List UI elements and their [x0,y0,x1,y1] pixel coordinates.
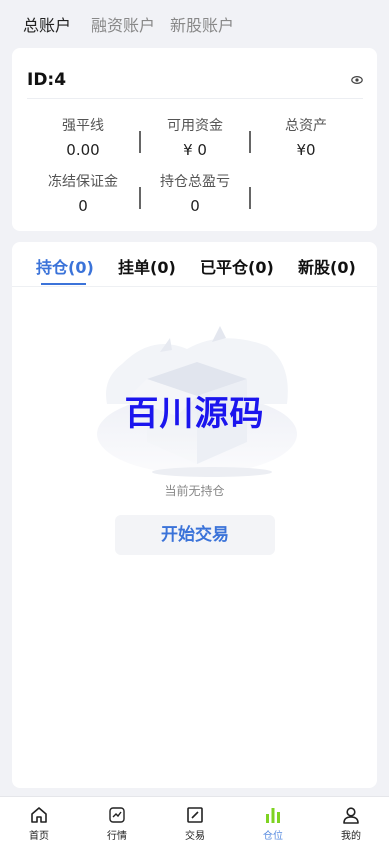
stat-total-assets: 总资产 ¥0 [252,115,360,159]
stat-value: 0 [190,197,200,215]
active-tab-indicator [41,283,86,285]
stat-label: 总资产 [285,118,327,134]
stat-value: 0.00 [66,141,100,159]
chart-line-icon [109,807,125,823]
account-tabs: 总账户 融资账户 新股账户 [0,0,389,44]
stat-value: ¥ 0 [183,141,207,159]
tab-financing-account[interactable]: 融资账户 [91,12,155,36]
nav-home[interactable]: 首页 [0,797,78,847]
tab-divider [12,286,377,287]
nav-positions[interactable]: 仓位 [234,797,312,847]
tab-closed-positions[interactable]: 已平仓(0) [200,254,274,278]
column-separator [249,131,251,153]
column-separator [249,187,251,209]
bottom-nav: 首页 行情 交易 仓位 我的 [0,796,389,847]
nav-profile[interactable]: 我的 [312,797,389,847]
nav-label: 我的 [341,831,361,842]
stat-label: 冻结保证金 [48,174,118,190]
nav-label: 行情 [107,831,127,842]
nav-label: 仓位 [263,831,283,842]
eye-icon[interactable] [351,74,363,86]
stat-frozen-margin: 冻结保证金 0 [29,171,137,215]
account-id: ID:4 [27,70,67,90]
watermark-text: 百川源码 [124,394,265,434]
stat-label: 强平线 [62,118,104,134]
account-summary-card: ID:4 强平线 0.00 可用资金 ¥ 0 总资产 ¥0 冻结保证金 0 持仓… [12,48,377,231]
stat-label: 持仓总盈亏 [160,174,230,190]
nav-trade[interactable]: 交易 [156,797,234,847]
empty-state-text: 当前无持仓 [164,484,225,498]
trade-icon [187,807,203,823]
positions-card: 持仓(0) 挂单(0) 已平仓(0) 新股(0) 百川源码 当前无持仓 开始交易 [12,242,377,788]
nav-label: 首页 [29,831,49,842]
stat-label: 可用资金 [167,118,223,134]
stat-value: ¥0 [296,141,316,159]
nav-market[interactable]: 行情 [78,797,156,847]
card-divider [27,98,363,99]
stat-liquidation-line: 强平线 0.00 [29,115,137,159]
tab-positions[interactable]: 持仓(0) [36,254,94,278]
stat-value: 0 [78,197,88,215]
bar-chart-icon [266,808,280,823]
nav-label: 交易 [185,831,205,842]
start-trading-button[interactable]: 开始交易 [115,515,275,555]
tab-total-account[interactable]: 总账户 [23,12,71,36]
tab-new-shares[interactable]: 新股(0) [298,254,356,278]
user-icon [343,807,359,824]
home-icon [31,807,47,823]
tab-ipo-account[interactable]: 新股账户 [170,12,234,36]
tab-pending-orders[interactable]: 挂单(0) [118,254,176,278]
stat-position-pnl: 持仓总盈亏 0 [141,171,249,215]
stat-available-funds: 可用资金 ¥ 0 [141,115,249,159]
